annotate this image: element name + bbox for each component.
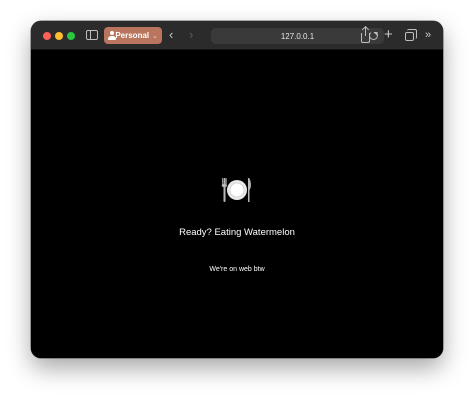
browser-window: Personal ⌄ ‹ › 127.0.0.1 + » Ready? Eati… [31, 21, 443, 358]
reload-icon[interactable] [369, 31, 378, 40]
profile-button[interactable]: Personal ⌄ [104, 27, 162, 44]
minimize-window-button[interactable] [55, 32, 63, 40]
page-heading: Ready? Eating Watermelon [179, 227, 295, 238]
sidebar-icon[interactable] [86, 30, 98, 40]
fork-knife-plate-icon [221, 178, 251, 202]
tabs-icon[interactable] [405, 29, 417, 41]
profile-label: Personal [115, 31, 150, 40]
forward-button[interactable]: › [189, 27, 193, 43]
back-button[interactable]: ‹ [169, 27, 173, 43]
plus-icon[interactable]: + [384, 27, 393, 42]
page-content: Ready? Eating Watermelon We're on web bt… [31, 51, 443, 358]
person-icon [108, 31, 117, 40]
page-subtext: We're on web btw [209, 266, 265, 273]
address-bar[interactable]: 127.0.0.1 [211, 28, 384, 44]
browser-toolbar: Personal ⌄ ‹ › 127.0.0.1 + » [31, 21, 443, 50]
zoom-window-button[interactable] [67, 32, 75, 40]
overflow-icon[interactable]: » [425, 29, 431, 41]
chevron-down-icon: ⌄ [152, 32, 158, 40]
share-icon[interactable] [361, 27, 370, 43]
url-text: 127.0.0.1 [280, 31, 315, 41]
close-window-button[interactable] [43, 32, 51, 40]
